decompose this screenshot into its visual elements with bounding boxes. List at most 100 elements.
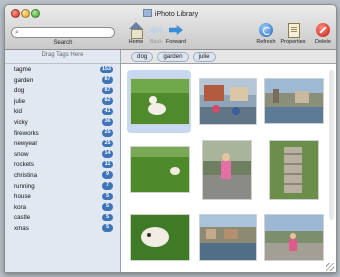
tag-item[interactable]: christina 9: [5, 170, 120, 181]
search-field[interactable]: ⌕: [11, 27, 115, 38]
tag-count-badge: 5: [102, 203, 113, 211]
breadcrumb-tag-dog[interactable]: dog: [131, 51, 154, 62]
tag-sidebar: Drag Tags Here tagme 153 garden 87 dog 87 j…: [5, 50, 121, 272]
window-title-bar: iPhoto Library: [5, 9, 336, 18]
tag-count-badge: 9: [102, 171, 113, 179]
tag-item[interactable]: garden 87: [5, 75, 120, 86]
tag-item[interactable]: kora 5: [5, 202, 120, 213]
photo-thumbnail[interactable]: [202, 140, 252, 200]
riverside-town-photo: [265, 79, 323, 123]
photo-cell[interactable]: [127, 70, 191, 133]
tag-name: kora: [14, 203, 27, 211]
girl-on-path-photo: [265, 215, 323, 260]
photo-cell[interactable]: [127, 138, 191, 201]
tag-name: garden: [14, 76, 34, 84]
tag-count-badge: 87: [102, 76, 113, 84]
photo-thumbnail[interactable]: [269, 140, 319, 200]
tag-count-badge: 14: [102, 150, 113, 158]
refresh-button[interactable]: Refresh: [253, 22, 279, 45]
delete-button[interactable]: Delete: [310, 22, 336, 45]
tag-item[interactable]: fireworks 25: [5, 128, 120, 139]
properties-icon: [285, 22, 301, 38]
photo-thumbnail[interactable]: [130, 214, 190, 261]
tag-name: rockets: [14, 161, 34, 169]
tag-item[interactable]: rockets 11: [5, 159, 120, 170]
resize-grip[interactable]: [326, 263, 334, 271]
photo-cell[interactable]: [195, 206, 259, 269]
forward-arrow-icon: [168, 22, 184, 38]
children-harbor-photo: [200, 79, 256, 124]
toolbar: iPhoto Library ⌕ Search Home Back Forwar…: [5, 5, 336, 50]
tag-item[interactable]: castle 5: [5, 212, 120, 223]
photo-thumbnail[interactable]: [199, 78, 257, 125]
tag-count-badge: 25: [102, 129, 113, 137]
forward-button[interactable]: Forward: [163, 22, 189, 45]
photo-thumbnail[interactable]: [199, 214, 257, 261]
tag-count-badge: 36: [102, 118, 113, 126]
tag-list: tagme 153 garden 87 dog 87 julie 82 kid 41 vi…: [5, 63, 120, 234]
tag-name: julie: [14, 97, 26, 105]
photo-cell[interactable]: [262, 206, 326, 269]
tag-count-badge: 5: [102, 224, 113, 232]
photo-cell[interactable]: [262, 70, 326, 133]
tag-name: castle: [14, 214, 31, 222]
tag-name: house: [14, 193, 31, 201]
delete-icon: [315, 22, 331, 38]
garden-steps-photo: [270, 141, 318, 199]
back-arrow-icon: [148, 22, 164, 38]
tag-item[interactable]: kid 41: [5, 106, 120, 117]
tag-item[interactable]: vicky 36: [5, 117, 120, 128]
window-title: iPhoto Library: [154, 11, 199, 18]
forward-label: Forward: [165, 39, 187, 45]
tag-name: kid: [14, 108, 22, 116]
photo-cell[interactable]: [262, 138, 326, 201]
photo-thumbnail[interactable]: [264, 78, 324, 124]
tag-item[interactable]: dog 87: [5, 85, 120, 96]
photo-thumbnail[interactable]: [264, 214, 324, 261]
dog-on-grass-photo: [131, 79, 189, 124]
tag-name: vicky: [14, 118, 28, 126]
vertical-scrollbar[interactable]: [329, 70, 334, 220]
tag-count-badge: 153: [99, 65, 113, 73]
tag-name: newyear: [14, 140, 38, 148]
tag-name: christina: [14, 171, 38, 179]
properties-label: Properties: [280, 39, 306, 45]
tag-count-badge: 87: [102, 86, 113, 95]
properties-button[interactable]: Properties: [279, 22, 307, 45]
tag-name: fireworks: [14, 129, 39, 137]
drag-tags-hint: Drag Tags Here: [41, 52, 84, 58]
tag-item[interactable]: julie 82: [5, 96, 120, 107]
tag-name: tagme: [14, 66, 32, 73]
search-input[interactable]: [24, 28, 110, 37]
tag-item[interactable]: xmas 5: [5, 223, 120, 234]
tag-breadcrumb: dog garden julie: [131, 51, 216, 62]
photo-grid: [121, 63, 336, 272]
tag-item[interactable]: newyear 25: [5, 138, 120, 149]
photo-cell[interactable]: [127, 206, 191, 269]
photo-thumbnail[interactable]: [130, 146, 190, 193]
breadcrumb-tag-julie[interactable]: julie: [192, 51, 216, 62]
search-icon: ⌕: [15, 29, 19, 36]
tag-item[interactable]: house 5: [5, 191, 120, 202]
tag-name: dog: [14, 87, 25, 95]
main-panel: dog garden julie: [121, 50, 336, 272]
tag-item[interactable]: running 7: [5, 181, 120, 192]
tag-name: running: [14, 182, 35, 190]
tag-count-badge: 5: [102, 213, 113, 222]
tag-item[interactable]: tagme 153: [5, 64, 120, 75]
tag-count-badge: 25: [102, 139, 113, 148]
delete-label: Delete: [315, 39, 331, 45]
photo-cell[interactable]: [195, 138, 259, 201]
photo-cell[interactable]: [195, 70, 259, 133]
home-icon: [128, 22, 144, 39]
tag-item[interactable]: snow 14: [5, 149, 120, 160]
breadcrumb-tag-garden[interactable]: garden: [157, 51, 189, 62]
photo-thumbnail[interactable]: [130, 78, 190, 125]
tag-count-badge: 5: [102, 192, 113, 201]
dog-closeup-photo: [131, 215, 189, 260]
lakeside-town-photo: [200, 215, 256, 260]
tag-count-badge: 11: [102, 160, 113, 169]
library-icon: [142, 9, 152, 17]
dog-running-photo: [131, 147, 189, 192]
tag-name: xmas: [14, 224, 29, 232]
